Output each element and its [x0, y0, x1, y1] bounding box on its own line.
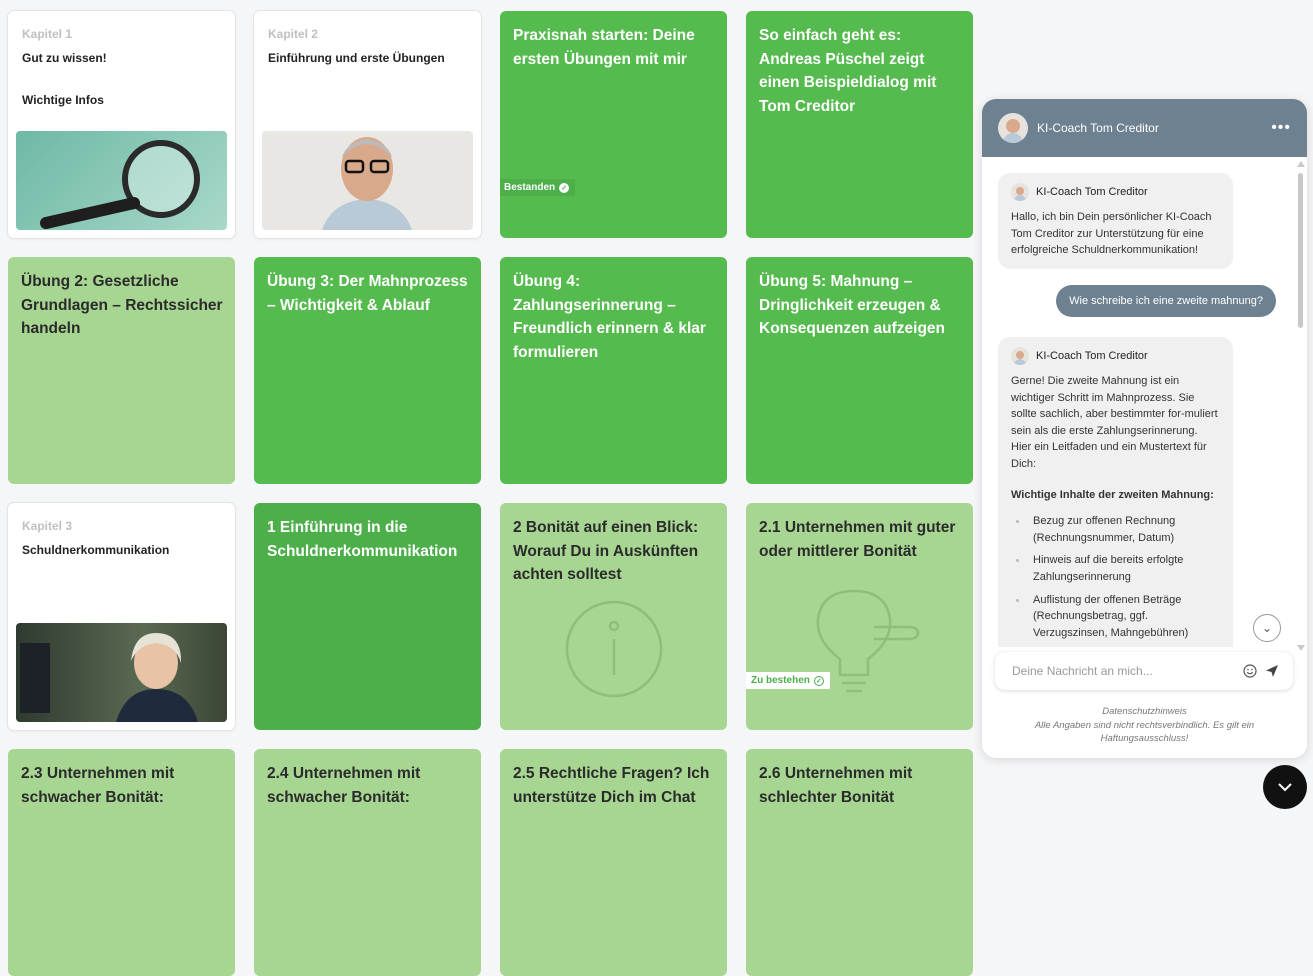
chat-widget: KI-Coach Tom Creditor ••• KI-Coach Tom C…	[982, 99, 1307, 758]
card-rechtliche-fragen[interactable]: 2.5 Rechtliche Fragen? Ich unterstütze D…	[500, 749, 727, 976]
message-text: Gerne! Die zweite Mahnung ist ein wichti…	[1011, 375, 1218, 470]
check-icon: ✓	[813, 675, 824, 686]
chevron-down-icon	[1278, 783, 1292, 792]
card-schwache-bonitaet-2[interactable]: 2.4 Unternehmen mit schwacher Bonität:	[254, 749, 481, 976]
card-uebung-2[interactable]: Übung 2: Gesetzliche Grundlagen – Rechts…	[8, 257, 235, 484]
badge-label: Zu bestehen	[751, 675, 810, 686]
message-input-wrapper	[995, 652, 1293, 690]
card-title: So einfach geht es: Andreas Püschel zeig…	[759, 27, 937, 115]
user-message: Wie schreibe ich eine zweite mahnung?	[1056, 285, 1276, 317]
card-title: 2.4 Unternehmen mit schwacher Bonität:	[267, 765, 421, 806]
message-list[interactable]: KI-Coach Tom Creditor Hallo, ich bin Dei…	[982, 157, 1307, 647]
chat-header: KI-Coach Tom Creditor •••	[982, 99, 1307, 157]
magnifier-image	[16, 131, 227, 230]
avatar	[1011, 347, 1029, 365]
check-icon: ✓	[559, 182, 570, 193]
card-title: Einführung und erste Übungen	[268, 51, 445, 65]
info-icon	[565, 600, 663, 698]
status-badge: Zu bestehen ✓	[746, 671, 831, 690]
emoji-icon[interactable]	[1239, 660, 1261, 682]
sender-name: KI-Coach Tom Creditor	[1036, 349, 1148, 362]
course-grid: Kapitel 1 Gut zu wissen! Wichtige Infos …	[0, 0, 980, 976]
card-title: 1 Einführung in die Schuldnerkommunikati…	[267, 519, 458, 560]
card-title: Schuldnerkommunikation	[22, 543, 170, 557]
card-gute-bonitaet[interactable]: 2.1 Unternehmen mit guter oder mittlerer…	[746, 503, 973, 730]
card-schlechte-bonitaet[interactable]: 2.6 Unternehmen mit schlechter Bonität	[746, 749, 973, 976]
card-uebung-3[interactable]: Übung 3: Der Mahnprozess – Wichtigkeit &…	[254, 257, 481, 484]
disclaimer-text: Alle Angaben sind nicht rechtsverbindlic…	[1034, 719, 1255, 731]
card-subtitle: Wichtige Infos	[22, 93, 104, 107]
card-title: Praxisnah starten: Deine ersten Übungen …	[513, 27, 695, 68]
card-uebung-4[interactable]: Übung 4: Zahlungserinnerung – Freundlich…	[500, 257, 727, 484]
card-schwache-bonitaet-1[interactable]: 2.3 Unternehmen mit schwacher Bonität:	[8, 749, 235, 976]
list-item: Bezug zur offenen Rechnung (Rechnungsnum…	[1011, 513, 1220, 546]
list-item: Auflistung der offenen Beträge (Rechnung…	[1011, 592, 1220, 642]
card-title: 2 Bonität auf einen Blick: Worauf Du in …	[513, 519, 699, 583]
card-title: Übung 2: Gesetzliche Grundlagen – Rechts…	[21, 273, 223, 337]
card-title: 2.1 Unternehmen mit guter oder mittlerer…	[759, 519, 956, 560]
chapter-label: Kapitel 2	[268, 27, 319, 41]
card-title: Übung 4: Zahlungserinnerung – Freundlich…	[513, 273, 706, 361]
avatar	[1011, 183, 1029, 201]
message-sender: KI-Coach Tom Creditor	[1011, 183, 1220, 201]
send-icon[interactable]	[1261, 660, 1283, 682]
status-badge: Bestanden ✓	[500, 179, 576, 196]
card-title: 2.5 Rechtliche Fragen? Ich unterstütze D…	[513, 765, 710, 806]
message-heading: Wichtige Inhalte der zweiten Mahnung:	[1011, 488, 1214, 501]
card-title: Gut zu wissen!	[22, 51, 107, 65]
card-kapitel-3[interactable]: Kapitel 3 Schuldnerkommunikation	[8, 503, 235, 730]
message-text: Hallo, ich bin Dein persönlicher KI-Coac…	[1011, 211, 1212, 257]
card-title: Übung 5: Mahnung – Dringlichkeit erzeuge…	[759, 273, 946, 337]
message-sender: KI-Coach Tom Creditor	[1011, 347, 1220, 365]
avatar	[998, 113, 1028, 143]
card-beispieldialog[interactable]: So einfach geht es: Andreas Püschel zeig…	[746, 11, 973, 238]
card-uebung-5[interactable]: Übung 5: Mahnung – Dringlichkeit erzeuge…	[746, 257, 973, 484]
chevron-down-icon: ⌄	[1261, 621, 1273, 635]
bot-message: KI-Coach Tom Creditor Hallo, ich bin Dei…	[998, 173, 1233, 269]
scroll-down-arrow[interactable]	[1297, 645, 1305, 651]
card-title: Übung 3: Der Mahnprozess – Wichtigkeit &…	[267, 273, 468, 314]
badge-label: Bestanden	[504, 182, 556, 193]
phone-call-image	[16, 623, 227, 722]
card-praxisnah[interactable]: Praxisnah starten: Deine ersten Übungen …	[500, 11, 727, 238]
card-title: 2.6 Unternehmen mit schlechter Bonität	[759, 765, 913, 806]
list-item: Hinweis auf die bereits erfolgte Zahlung…	[1011, 552, 1220, 585]
card-title: 2.3 Unternehmen mit schwacher Bonität:	[21, 765, 175, 806]
chat-toggle-button[interactable]	[1263, 765, 1307, 809]
scroll-thumb[interactable]	[1298, 173, 1303, 328]
coach-portrait-image	[262, 131, 473, 230]
disclaimer-text: Haftungsausschluss!	[1100, 733, 1189, 744]
scroll-to-bottom-button[interactable]: ⌄	[1253, 614, 1281, 642]
card-kapitel-1[interactable]: Kapitel 1 Gut zu wissen! Wichtige Infos	[8, 11, 235, 238]
card-kapitel-2[interactable]: Kapitel 2 Einführung und erste Übungen	[254, 11, 481, 238]
chapter-label: Kapitel 3	[22, 519, 73, 533]
message-list-items: Bezug zur offenen Rechnung (Rechnungsnum…	[1011, 513, 1220, 641]
card-einfuehrung-schuldnerkommunikation[interactable]: 1 Einführung in die Schuldnerkommunikati…	[254, 503, 481, 730]
bot-message: KI-Coach Tom Creditor Gerne! Die zweite …	[998, 337, 1233, 647]
more-options-icon[interactable]: •••	[1271, 119, 1291, 137]
message-input[interactable]	[1012, 664, 1239, 678]
privacy-link[interactable]: Datenschutzhinweis	[982, 705, 1307, 719]
scrollbar[interactable]	[1297, 161, 1305, 651]
sender-name: KI-Coach Tom Creditor	[1036, 185, 1148, 198]
chapter-label: Kapitel 1	[22, 27, 73, 41]
chat-title: KI-Coach Tom Creditor	[1037, 121, 1159, 135]
scroll-up-arrow[interactable]	[1297, 161, 1305, 167]
chat-footer: Datenschutzhinweis Alle Angaben sind nic…	[982, 705, 1307, 746]
card-bonitaet[interactable]: 2 Bonität auf einen Blick: Worauf Du in …	[500, 503, 727, 730]
